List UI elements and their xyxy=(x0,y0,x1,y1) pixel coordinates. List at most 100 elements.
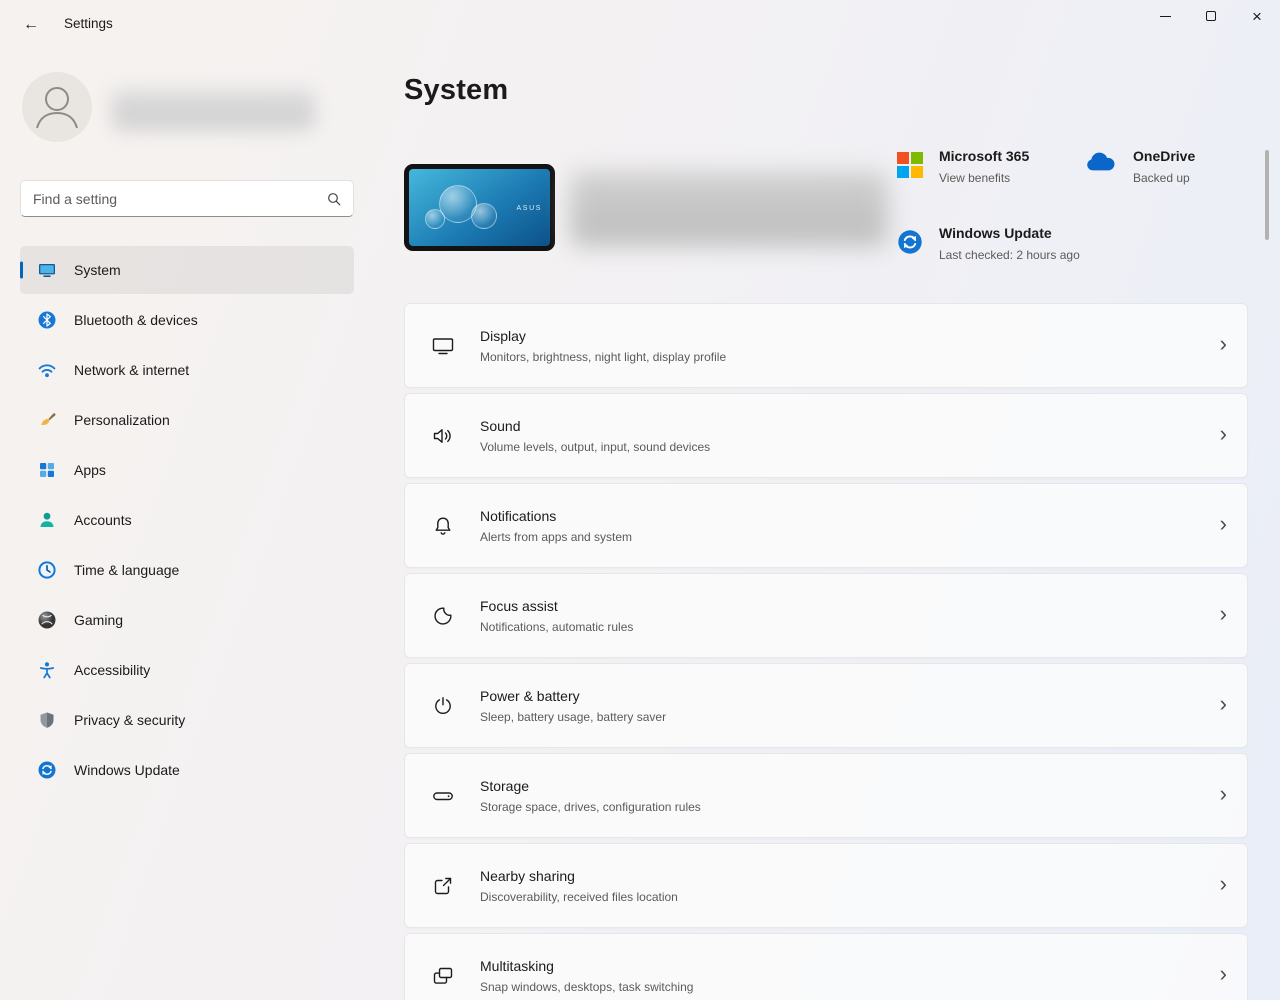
settings-window: ← Settings × xyxy=(0,0,1280,1000)
setting-title: Multitasking xyxy=(480,958,1220,974)
maximize-icon xyxy=(1206,11,1216,21)
settings-card-nearby-sharing[interactable]: Nearby sharing Discoverability, received… xyxy=(404,843,1248,928)
status-title: Windows Update xyxy=(939,225,1080,241)
power-icon xyxy=(431,694,455,718)
sidebar-item-label: Apps xyxy=(74,462,106,478)
minimize-icon xyxy=(1160,16,1171,17)
sidebar-item-personalization[interactable]: Personalization xyxy=(20,396,354,444)
chevron-right-icon: › xyxy=(1220,333,1227,359)
setting-title: Notifications xyxy=(480,508,1220,524)
xbox-icon xyxy=(37,610,57,630)
accessibility-icon xyxy=(37,660,57,680)
settings-card-display[interactable]: Display Monitors, brightness, night ligh… xyxy=(404,303,1248,388)
device-name-redacted xyxy=(570,172,888,246)
titlebar: ← Settings × xyxy=(0,0,1280,48)
chevron-right-icon: › xyxy=(1220,783,1227,809)
settings-card-power-battery[interactable]: Power & battery Sleep, battery usage, ba… xyxy=(404,663,1248,748)
device-thumbnail: ASUS xyxy=(404,164,555,251)
search-box xyxy=(20,180,354,217)
status-subtitle: Last checked: 2 hours ago xyxy=(939,248,1080,262)
sidebar-nav: System Bluetooth & devices Network & int… xyxy=(0,246,372,796)
setting-subtitle: Discoverability, received files location xyxy=(480,890,1220,904)
page-title: System xyxy=(404,74,508,107)
chevron-right-icon: › xyxy=(1220,693,1227,719)
sidebar-item-windows-update[interactable]: Windows Update xyxy=(20,746,354,794)
sidebar-item-accessibility[interactable]: Accessibility xyxy=(20,646,354,694)
setting-text: Storage Storage space, drives, configura… xyxy=(480,778,1220,814)
setting-title: Sound xyxy=(480,418,1220,434)
onedrive-icon xyxy=(1083,152,1117,174)
windows-update-status-card[interactable]: Windows Update Last checked: 2 hours ago xyxy=(897,225,1080,262)
chevron-right-icon: › xyxy=(1220,963,1227,989)
setting-title: Nearby sharing xyxy=(480,868,1220,884)
setting-subtitle: Volume levels, output, input, sound devi… xyxy=(480,440,1220,454)
window-title: Settings xyxy=(64,16,113,31)
sidebar-item-time-language[interactable]: Time & language xyxy=(20,546,354,594)
status-title: Microsoft 365 xyxy=(939,148,1029,164)
settings-card-sound[interactable]: Sound Volume levels, output, input, soun… xyxy=(404,393,1248,478)
status-text: Microsoft 365 View benefits xyxy=(939,148,1029,185)
storage-icon xyxy=(431,784,455,808)
sound-icon xyxy=(431,424,455,448)
sidebar-item-bluetooth-devices[interactable]: Bluetooth & devices xyxy=(20,296,354,344)
setting-subtitle: Monitors, brightness, night light, displ… xyxy=(480,350,1220,364)
sidebar-item-accounts[interactable]: Accounts xyxy=(20,496,354,544)
sidebar-item-system[interactable]: System xyxy=(20,246,354,294)
setting-subtitle: Notifications, automatic rules xyxy=(480,620,1220,634)
close-icon: × xyxy=(1252,8,1262,25)
sidebar-item-label: Network & internet xyxy=(74,362,189,378)
sidebar-item-apps[interactable]: Apps xyxy=(20,446,354,494)
settings-list: Display Monitors, brightness, night ligh… xyxy=(404,303,1248,1000)
sidebar-item-label: Windows Update xyxy=(74,762,180,778)
setting-title: Storage xyxy=(480,778,1220,794)
main-content: System ASUS Microsoft 365 View benefits xyxy=(404,48,1280,1000)
setting-text: Focus assist Notifications, automatic ru… xyxy=(480,598,1220,634)
settings-card-notifications[interactable]: Notifications Alerts from apps and syste… xyxy=(404,483,1248,568)
onedrive-card[interactable]: OneDrive Backed up xyxy=(1083,148,1195,185)
settings-card-storage[interactable]: Storage Storage space, drives, configura… xyxy=(404,753,1248,838)
status-link[interactable]: View benefits xyxy=(939,171,1029,185)
multitasking-icon xyxy=(431,964,455,988)
device-brand-label: ASUS xyxy=(517,205,542,212)
person-icon xyxy=(22,72,92,142)
sidebar-item-label: Accessibility xyxy=(74,662,150,678)
notifications-icon xyxy=(431,514,455,538)
setting-subtitle: Storage space, drives, configuration rul… xyxy=(480,800,1220,814)
search-input[interactable] xyxy=(21,181,321,216)
setting-title: Display xyxy=(480,328,1220,344)
microsoft-365-logo xyxy=(897,152,923,178)
setting-text: Display Monitors, brightness, night ligh… xyxy=(480,328,1220,364)
minimize-button[interactable] xyxy=(1142,0,1188,32)
nearby-sharing-icon xyxy=(431,874,455,898)
bluetooth-icon xyxy=(37,310,57,330)
close-button[interactable]: × xyxy=(1234,0,1280,32)
sidebar-item-label: System xyxy=(74,262,121,278)
wifi-icon xyxy=(37,360,57,380)
maximize-button[interactable] xyxy=(1188,0,1234,32)
microsoft-365-card[interactable]: Microsoft 365 View benefits xyxy=(897,148,1029,185)
settings-card-focus-assist[interactable]: Focus assist Notifications, automatic ru… xyxy=(404,573,1248,658)
shield-icon xyxy=(37,710,57,730)
scrollbar[interactable] xyxy=(1265,150,1269,240)
sidebar-item-privacy-security[interactable]: Privacy & security xyxy=(20,696,354,744)
status-title: OneDrive xyxy=(1133,148,1195,164)
search-icon xyxy=(321,191,347,207)
sidebar-item-label: Bluetooth & devices xyxy=(74,312,198,328)
user-name-redacted xyxy=(112,90,315,130)
setting-title: Focus assist xyxy=(480,598,1220,614)
setting-title: Power & battery xyxy=(480,688,1220,704)
chevron-right-icon: › xyxy=(1220,603,1227,629)
sidebar-item-network-internet[interactable]: Network & internet xyxy=(20,346,354,394)
sidebar-item-gaming[interactable]: Gaming xyxy=(20,596,354,644)
back-button[interactable]: ← xyxy=(16,12,46,38)
paintbrush-icon xyxy=(37,410,57,430)
back-icon: ← xyxy=(23,16,39,34)
sidebar-item-label: Gaming xyxy=(74,612,123,628)
accounts-icon xyxy=(37,510,57,530)
caption-controls: × xyxy=(1142,0,1280,32)
sidebar-item-label: Personalization xyxy=(74,412,170,428)
settings-card-multitasking[interactable]: Multitasking Snap windows, desktops, tas… xyxy=(404,933,1248,1000)
system-icon xyxy=(37,260,57,280)
chevron-right-icon: › xyxy=(1220,873,1227,899)
wallpaper-bubble xyxy=(425,209,445,229)
